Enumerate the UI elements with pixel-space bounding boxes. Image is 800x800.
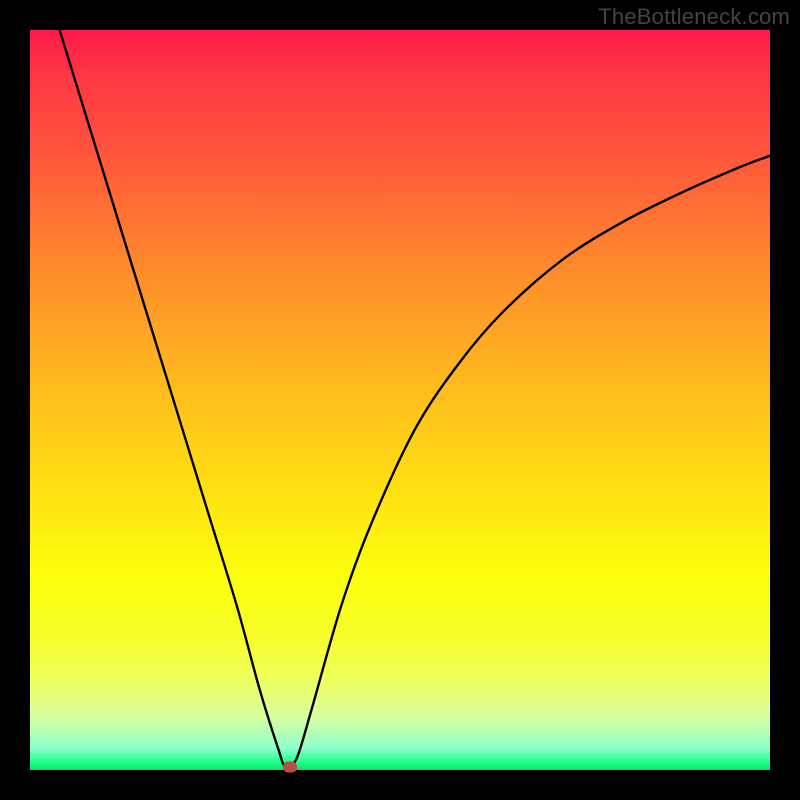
bottleneck-curve [30,30,770,770]
optimal-marker [283,762,297,773]
curve-path [60,30,770,767]
plot-area [30,30,770,770]
chart-frame: TheBottleneck.com [0,0,800,800]
watermark-text: TheBottleneck.com [598,4,790,30]
